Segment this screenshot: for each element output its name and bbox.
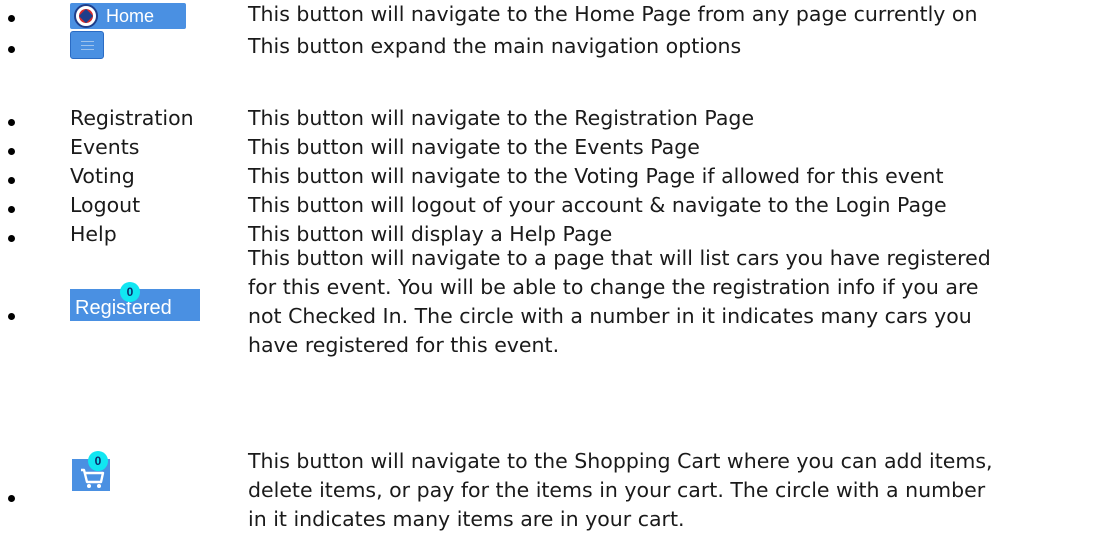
cart-count-badge: 0 (88, 451, 108, 471)
registered-count-badge: 0 (120, 282, 140, 302)
description-line: This button will navigate to the Home Pa… (248, 2, 978, 26)
cart-description: This button will navigate to the Shoppin… (248, 447, 1117, 534)
bullet (8, 313, 15, 320)
menu-button[interactable] (70, 31, 104, 59)
list-item-events: Events This button will navigate to the … (0, 133, 1117, 162)
description-line: This button will navigate to a page that… (248, 246, 991, 270)
list-item-menu: This button expand the main navigation o… (0, 30, 1117, 62)
description-line: This button will navigate to the Voting … (248, 164, 944, 188)
club-logo-icon (74, 4, 98, 28)
bullet (8, 15, 15, 22)
bullet (8, 495, 15, 502)
registration-description: This button will navigate to the Registr… (248, 104, 1117, 133)
voting-label[interactable]: Voting (70, 162, 135, 191)
list-item-voting: Voting This button will navigate to the … (0, 162, 1117, 191)
home-description: This button will navigate to the Home Pa… (248, 0, 1117, 29)
bullet (8, 46, 15, 53)
list-item-registration: Registration This button will navigate t… (0, 104, 1117, 133)
registration-label[interactable]: Registration (70, 104, 194, 133)
registered-description: This button will navigate to a page that… (248, 244, 1117, 360)
description-line: This button expand the main navigation o… (248, 34, 742, 58)
list-item-cart: 0 This button will navigate to the Shopp… (0, 447, 1117, 544)
cart-button[interactable]: 0 (72, 451, 110, 491)
bullet (8, 177, 15, 184)
registered-button-label: Registered (75, 297, 172, 319)
logout-description: This button will logout of your account … (248, 191, 1117, 220)
list-item-home: Home This button will navigate to the Ho… (0, 0, 1117, 30)
logout-label[interactable]: Logout (70, 191, 140, 220)
bullet (8, 235, 15, 242)
events-description: This button will navigate to the Events … (248, 133, 1117, 162)
registered-button[interactable]: Registered 0 (70, 282, 200, 321)
description-line: for this event. You will be able to chan… (248, 275, 979, 299)
description-line: This button will navigate to the Registr… (248, 106, 755, 130)
bullet (8, 148, 15, 155)
bullet (8, 206, 15, 213)
description-line: This button will navigate to the Shoppin… (248, 449, 993, 473)
menu-description: This button expand the main navigation o… (248, 32, 1117, 61)
voting-description: This button will navigate to the Voting … (248, 162, 1117, 191)
home-button[interactable]: Home (70, 3, 186, 29)
bullet (8, 119, 15, 126)
description-line: in it indicates many items are in your c… (248, 507, 685, 531)
description-line: not Checked In. The circle with a number… (248, 304, 972, 328)
description-line: delete items, or pay for the items in yo… (248, 478, 986, 502)
description-line: have registered for this event. (248, 333, 560, 357)
description-line: This button will navigate to the Events … (248, 135, 700, 159)
description-line: This button will logout of your account … (248, 193, 947, 217)
home-button-label: Home (106, 6, 155, 26)
list-item-registered: Registered 0 This button will navigate t… (0, 244, 1117, 372)
events-label[interactable]: Events (70, 133, 139, 162)
list-item-logout: Logout This button will logout of your a… (0, 191, 1117, 220)
